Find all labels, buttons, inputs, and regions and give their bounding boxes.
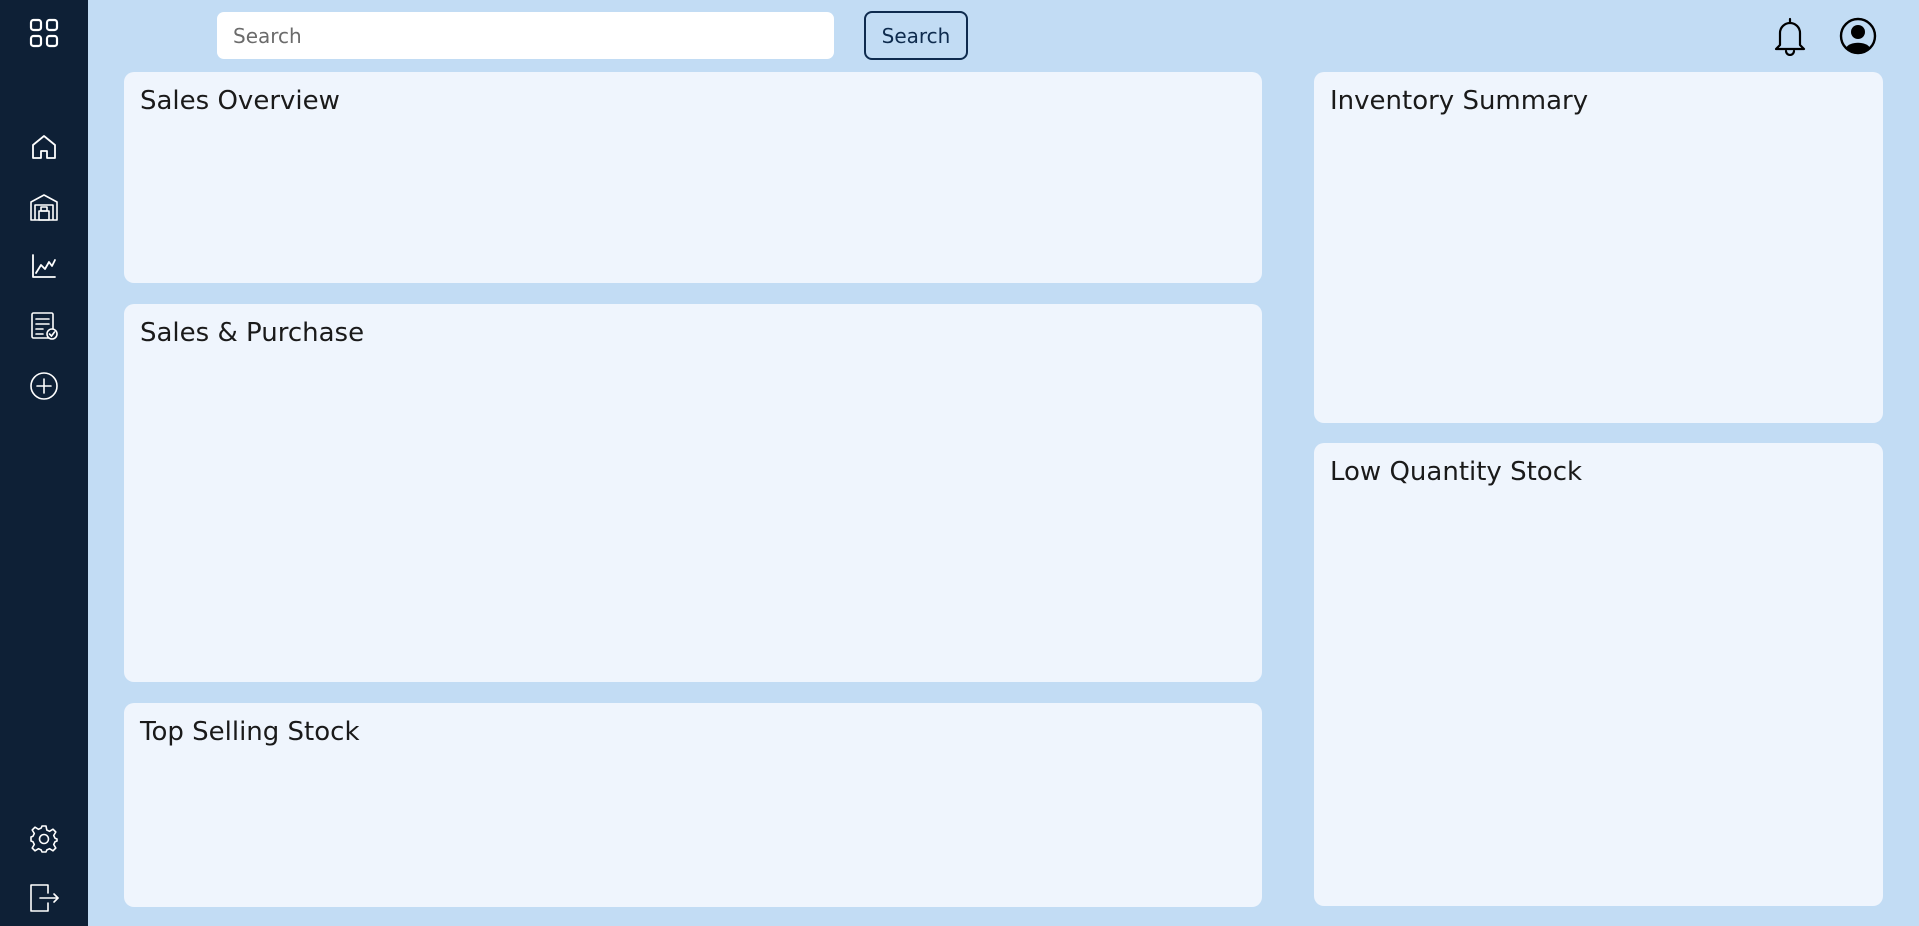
- warehouse-icon: [30, 194, 58, 221]
- grid-menu-button[interactable]: [0, 9, 88, 57]
- card-title-sales-purchase: Sales & Purchase: [140, 318, 365, 348]
- grid-icon: [29, 18, 59, 48]
- logout-icon: [30, 884, 59, 912]
- top-selling-stock-card: Top Selling Stock: [124, 703, 1262, 907]
- search-input[interactable]: [217, 12, 834, 59]
- bell-icon: [1774, 17, 1806, 56]
- sidebar-item-add[interactable]: [0, 362, 88, 410]
- user-icon: [1839, 17, 1877, 55]
- sidebar-item-home[interactable]: [0, 123, 88, 171]
- sidebar-item-logout[interactable]: [0, 874, 88, 922]
- sidebar-item-warehouse[interactable]: [0, 183, 88, 231]
- card-title-top-selling-stock: Top Selling Stock: [140, 717, 360, 747]
- card-title-sales-overview: Sales Overview: [140, 86, 340, 116]
- chart-icon: [32, 254, 56, 278]
- report-icon: [31, 312, 58, 340]
- sales-overview-card: Sales Overview: [124, 72, 1262, 283]
- card-title-inventory-summary: Inventory Summary: [1330, 86, 1589, 116]
- inventory-summary-card: Inventory Summary: [1314, 72, 1883, 423]
- gear-icon: [30, 825, 58, 853]
- sidebar-item-settings[interactable]: [0, 815, 88, 863]
- sales-purchase-card: Sales & Purchase: [124, 304, 1262, 682]
- card-title-low-quantity-stock: Low Quantity Stock: [1330, 457, 1583, 487]
- home-icon: [32, 135, 56, 159]
- sidebar: [0, 0, 88, 926]
- low-quantity-stock-card: Low Quantity Stock: [1314, 443, 1883, 906]
- profile-button[interactable]: [1836, 14, 1880, 58]
- sidebar-item-reports[interactable]: [0, 302, 88, 350]
- sidebar-item-analytics[interactable]: [0, 242, 88, 290]
- notifications-button[interactable]: [1768, 14, 1812, 58]
- search-button[interactable]: Search: [864, 11, 968, 60]
- add-circle-icon: [30, 372, 58, 400]
